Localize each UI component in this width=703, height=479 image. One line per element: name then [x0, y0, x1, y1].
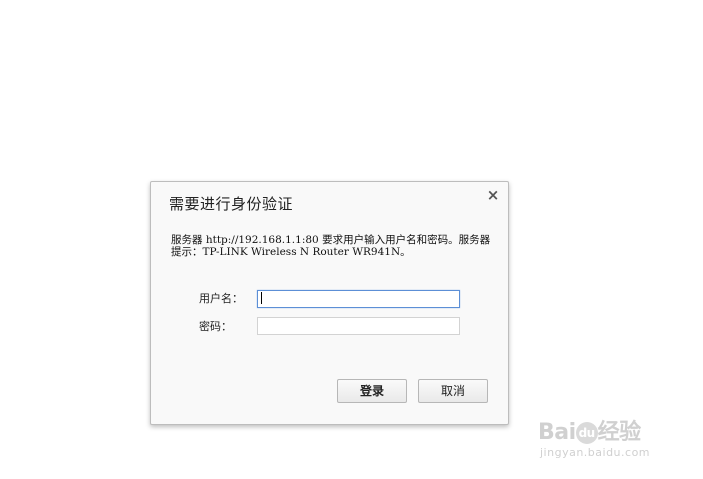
login-button[interactable]: 登录	[337, 379, 407, 403]
text-caret	[261, 291, 262, 304]
password-row: 密码：	[199, 316, 460, 336]
paw-icon: du	[575, 422, 598, 444]
cancel-button[interactable]: 取消	[418, 379, 488, 403]
watermark-logo-right: 经验	[597, 420, 642, 445]
auth-message: 服务器 http://192.168.1.1:80 要求用户输入用户名和密码。服…	[171, 234, 491, 258]
watermark-logo: Bai du 经验	[538, 414, 641, 446]
watermark-url: jingyan.baidu.com	[540, 446, 651, 459]
username-input-wrap	[257, 288, 460, 309]
watermark-logo-left: Bai	[538, 420, 576, 445]
password-label: 密码：	[199, 320, 232, 333]
username-row: 用户名：	[199, 288, 460, 309]
close-icon[interactable]: ×	[486, 188, 500, 203]
password-input[interactable]	[257, 317, 460, 335]
username-input[interactable]	[257, 290, 460, 309]
page: 需要进行身份验证 × 服务器 http://192.168.1.1:80 要求用…	[0, 0, 703, 479]
auth-dialog: 需要进行身份验证 × 服务器 http://192.168.1.1:80 要求用…	[150, 181, 509, 425]
dialog-title: 需要进行身份验证	[169, 195, 294, 213]
username-label: 用户名：	[199, 292, 243, 305]
baidu-jingyan-watermark: Bai du 经验 jingyan.baidu.com	[538, 404, 668, 468]
